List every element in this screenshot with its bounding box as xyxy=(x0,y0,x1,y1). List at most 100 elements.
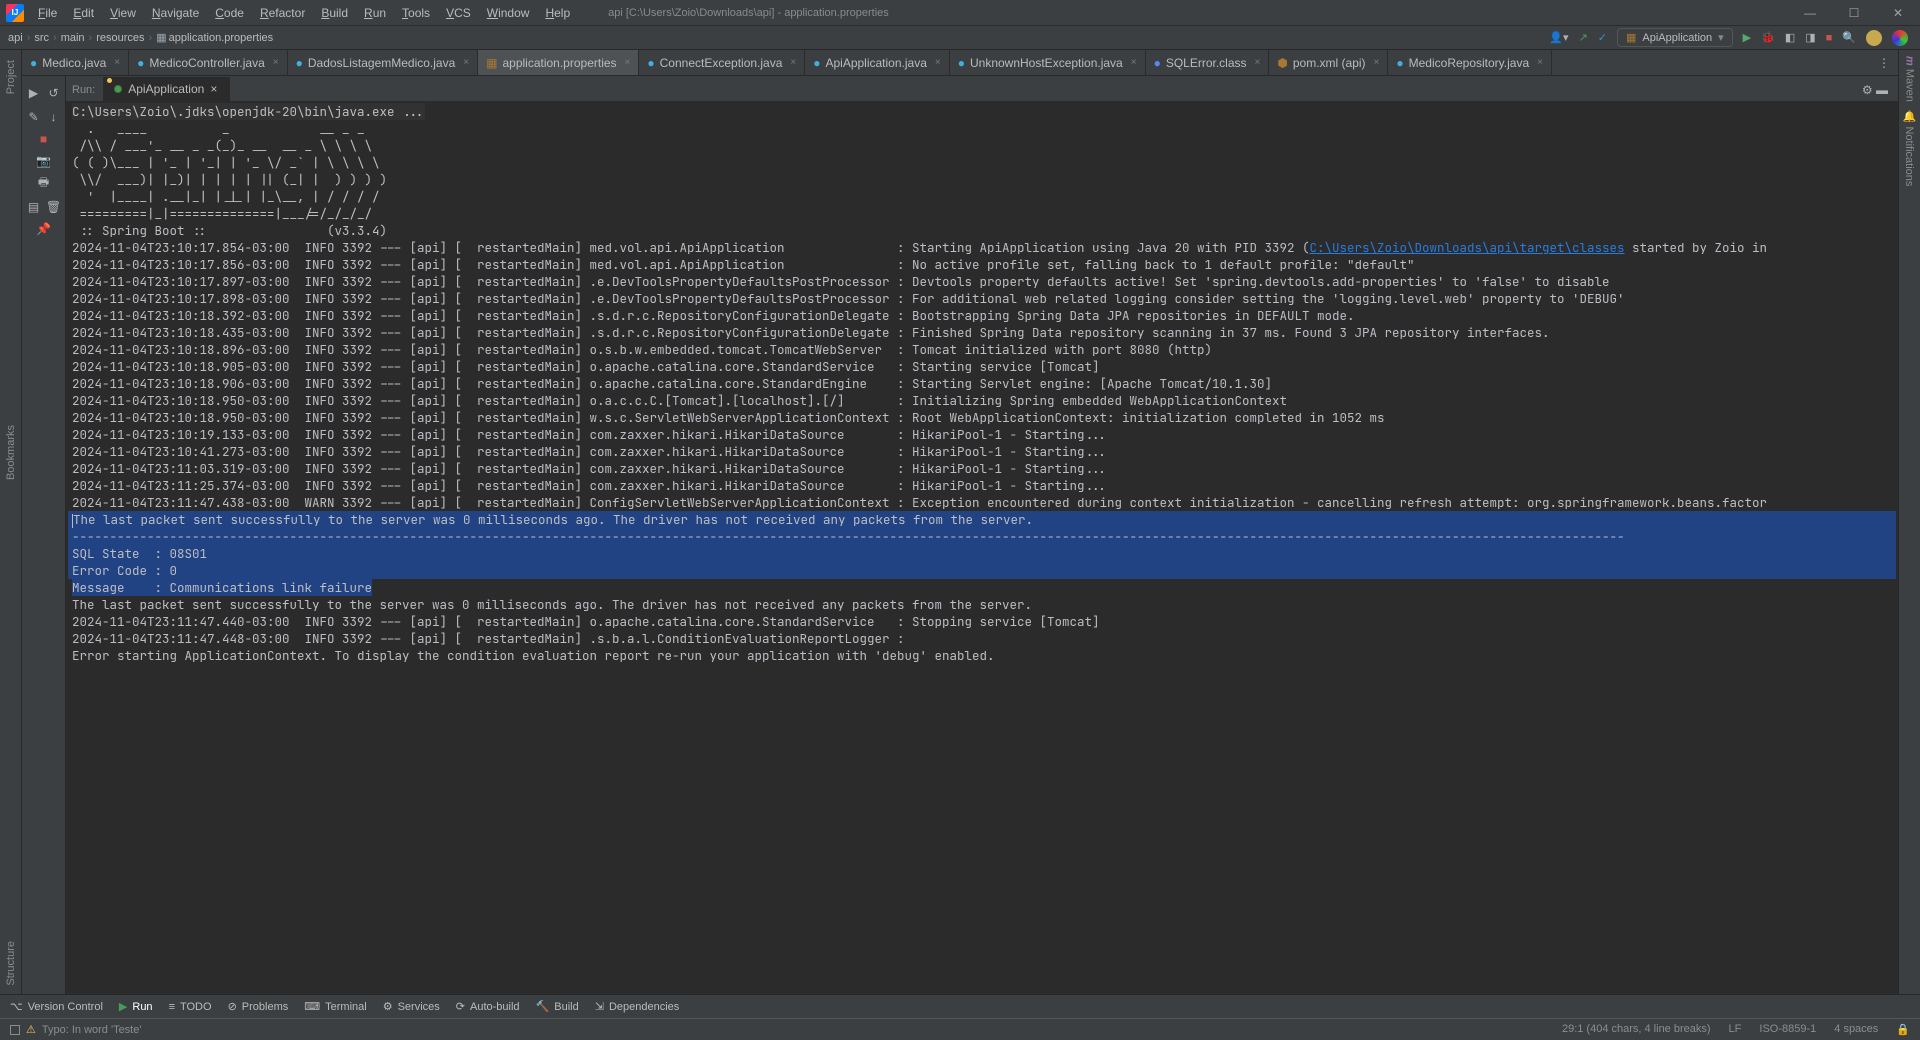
tabs-overflow-icon[interactable]: ⋮ xyxy=(1870,50,1898,75)
minimize-button[interactable]: — xyxy=(1788,0,1832,26)
profiler-icon[interactable]: ◨ xyxy=(1805,31,1815,44)
menu-file[interactable]: File xyxy=(30,2,65,24)
user-icon[interactable]: 👤▾ xyxy=(1549,31,1568,44)
editor-tab[interactable]: ●MedicoRepository.java× xyxy=(1388,50,1552,75)
rerun-failed-icon[interactable]: ↺ xyxy=(45,84,63,102)
stop-button[interactable]: ■ xyxy=(1826,32,1833,44)
console-line: . ____ _ __ _ _ xyxy=(68,120,1896,137)
menu-view[interactable]: View xyxy=(102,2,144,24)
close-tab-icon[interactable]: × xyxy=(1255,57,1261,68)
close-tab-icon[interactable]: × xyxy=(625,57,631,68)
tool-window-problems[interactable]: ⊘Problems xyxy=(228,1000,289,1013)
console-line: 2024-11-04T23:10:41.273-03:00 INFO 3392 … xyxy=(68,443,1896,460)
project-tool-button[interactable]: Project xyxy=(5,60,17,94)
tool-window-dependencies[interactable]: ⇲Dependencies xyxy=(595,1000,680,1013)
menu-tools[interactable]: Tools xyxy=(394,2,438,24)
close-tab-icon[interactable]: × xyxy=(1131,57,1137,68)
structure-tool-button[interactable]: Structure xyxy=(5,941,17,986)
console-line: 2024-11-04T23:11:03.319-03:00 INFO 3392 … xyxy=(68,460,1896,477)
close-tab-icon[interactable]: × xyxy=(1374,57,1380,68)
editor-tab[interactable]: ●UnknownHostException.java× xyxy=(950,50,1146,75)
file-link[interactable]: C:\Users\Zoio\Downloads\api\target\class… xyxy=(1310,239,1625,256)
tool-windows-toggle-icon[interactable] xyxy=(10,1025,20,1035)
close-tab-icon[interactable]: × xyxy=(273,57,279,68)
tool-window-run[interactable]: ▶Run xyxy=(119,1000,153,1013)
editor-tab[interactable]: ●Medico.java× xyxy=(22,50,129,75)
menu-help[interactable]: Help xyxy=(537,2,578,24)
trash-icon[interactable]: 🗑 xyxy=(45,198,63,216)
vcs-commit-icon[interactable]: ✓ xyxy=(1598,31,1607,44)
notifications-tool-button[interactable]: 🔔 Notifications xyxy=(1903,110,1916,186)
tool-window-auto-build[interactable]: ⟳Auto-build xyxy=(456,1000,520,1013)
file-encoding[interactable]: ISO-8859-1 xyxy=(1759,1023,1816,1036)
navigation-bar: api›src›main›resources›▦application.prop… xyxy=(0,26,1920,50)
close-tab-icon[interactable]: × xyxy=(1537,57,1543,68)
run-config-select[interactable]: ▦ ApiApplication ▾ xyxy=(1617,28,1733,47)
menu-code[interactable]: Code xyxy=(207,2,252,24)
run-tab-active[interactable]: ApiApplication × xyxy=(103,77,230,101)
console-output[interactable]: C:\Users\Zoio\.jdks\openjdk-20\bin\java.… xyxy=(66,101,1898,994)
file-type-icon: ● xyxy=(958,56,965,70)
debug-button[interactable]: 🐞 xyxy=(1761,31,1775,44)
avatar-icon[interactable] xyxy=(1866,30,1882,46)
editor-tab[interactable]: ●MedicoController.java× xyxy=(129,50,287,75)
layout-icon[interactable]: ▤ xyxy=(25,198,43,216)
console-line: 2024-11-04T23:10:18.896-03:00 INFO 3392 … xyxy=(68,341,1896,358)
ide-settings-icon[interactable] xyxy=(1892,30,1908,46)
caret-position[interactable]: 29:1 (404 chars, 4 line breaks) xyxy=(1562,1023,1711,1036)
editor-tab[interactable]: ●ConnectException.java× xyxy=(639,50,805,75)
close-tab-icon[interactable]: × xyxy=(790,57,796,68)
console-line: 2024-11-04T23:11:47.448-03:00 INFO 3392 … xyxy=(68,630,1896,647)
tool-window-build[interactable]: 🔨Build xyxy=(536,1000,579,1013)
indent-setting[interactable]: 4 spaces xyxy=(1834,1023,1878,1036)
breadcrumb-item[interactable]: resources xyxy=(96,32,144,44)
file-type-icon: ● xyxy=(813,56,820,70)
console-line: The last packet sent successfully to the… xyxy=(68,511,1896,528)
breadcrumb-item[interactable]: src xyxy=(34,32,49,44)
tool-window-todo[interactable]: ≡TODO xyxy=(169,1001,212,1013)
breadcrumb-item[interactable]: ▦application.properties xyxy=(156,32,273,44)
close-tab-icon[interactable]: × xyxy=(210,82,217,96)
maximize-button[interactable]: ☐ xyxy=(1832,0,1876,26)
stop-process-button[interactable]: ■ xyxy=(35,130,53,148)
breadcrumb-item[interactable]: api xyxy=(8,32,23,44)
modify-run-icon[interactable]: ✎ xyxy=(25,108,43,126)
snapshot-icon[interactable]: 📷 xyxy=(35,152,53,170)
menu-refactor[interactable]: Refactor xyxy=(252,2,313,24)
coverage-icon[interactable]: ◧ xyxy=(1785,31,1795,44)
menu-build[interactable]: Build xyxy=(313,2,356,24)
close-button[interactable]: ✕ xyxy=(1876,0,1920,26)
step-down-icon[interactable]: ↓ xyxy=(45,108,63,126)
menu-vcs[interactable]: VCS xyxy=(438,2,479,24)
pin-icon[interactable]: 📌 xyxy=(35,220,53,238)
file-type-icon: ● xyxy=(137,56,144,70)
menu-navigate[interactable]: Navigate xyxy=(144,2,207,24)
console-line: 2024-11-04T23:10:17.854-03:00 INFO 3392 … xyxy=(68,239,1896,256)
rerun-button[interactable]: ▶ xyxy=(25,84,43,102)
editor-tab[interactable]: ●ApiApplication.java× xyxy=(805,50,950,75)
breadcrumb-item[interactable]: main xyxy=(61,32,85,44)
close-tab-icon[interactable]: × xyxy=(463,57,469,68)
editor-tab[interactable]: ●DadosListagemMedico.java× xyxy=(288,50,479,75)
menu-run[interactable]: Run xyxy=(356,2,394,24)
run-button[interactable]: ▶ xyxy=(1743,31,1751,44)
vcs-update-icon[interactable]: ↗ xyxy=(1579,31,1588,44)
run-settings-icon[interactable]: ⚙ ▬ xyxy=(1852,79,1898,101)
tool-window-terminal[interactable]: ⌨Terminal xyxy=(304,1000,366,1013)
editor-tab[interactable]: ⬢pom.xml (api)× xyxy=(1269,50,1388,75)
tool-window-services[interactable]: ⚙Services xyxy=(383,1000,440,1013)
bottom-tool-bar: ⌥Version Control ▶Run ≡TODO ⊘Problems ⌨Termi… xyxy=(0,994,1920,1018)
bookmarks-tool-button[interactable]: Bookmarks xyxy=(5,425,17,480)
tool-window-version-control[interactable]: ⌥Version Control xyxy=(10,1000,103,1013)
search-icon[interactable]: 🔍 xyxy=(1842,31,1856,44)
editor-tab[interactable]: ▦application.properties× xyxy=(478,50,639,75)
close-tab-icon[interactable]: × xyxy=(114,57,120,68)
line-separator[interactable]: LF xyxy=(1729,1023,1742,1036)
editor-tab[interactable]: ●SQLError.class× xyxy=(1146,50,1270,75)
menu-edit[interactable]: Edit xyxy=(65,2,102,24)
readonly-lock-icon[interactable]: 🔒 xyxy=(1896,1023,1910,1036)
print-icon[interactable]: 🖶 xyxy=(35,174,53,192)
close-tab-icon[interactable]: × xyxy=(935,57,941,68)
maven-tool-button[interactable]: m Maven xyxy=(1904,56,1916,102)
menu-window[interactable]: Window xyxy=(479,2,538,24)
